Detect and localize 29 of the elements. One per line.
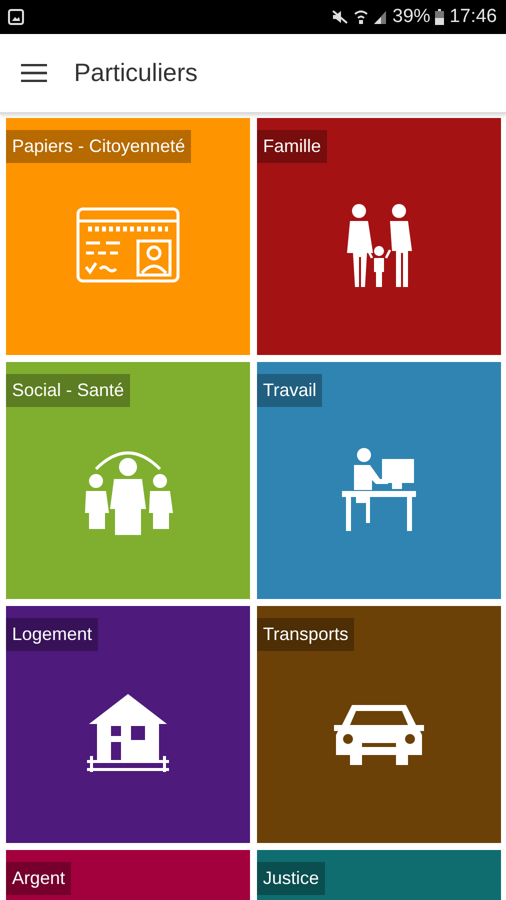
- category-tile[interactable]: Justice: [257, 850, 501, 900]
- battery-percent: 39%: [392, 6, 430, 28]
- menu-button[interactable]: [21, 64, 47, 82]
- clock-time: 17:46: [449, 6, 497, 28]
- category-tile[interactable]: Social - Santé: [6, 362, 250, 599]
- family-icon: [344, 202, 414, 286]
- tile-label: Famille: [257, 130, 328, 163]
- category-tile[interactable]: Famille: [257, 118, 501, 355]
- wifi-icon: [354, 9, 368, 25]
- category-tile[interactable]: Papiers - Citoyenneté: [6, 118, 250, 355]
- battery-icon: [435, 9, 444, 25]
- tile-label: Justice: [257, 862, 326, 895]
- tile-label: Social - Santé: [6, 374, 130, 407]
- house-icon: [87, 694, 169, 772]
- mute-icon: [331, 9, 350, 25]
- tile-label: Logement: [6, 618, 98, 651]
- tile-label: Travail: [257, 374, 322, 407]
- category-tile[interactable]: Travail: [257, 362, 501, 599]
- category-tile[interactable]: Transports: [257, 606, 501, 843]
- gallery-icon: [8, 9, 24, 25]
- tile-label: Papiers - Citoyenneté: [6, 130, 192, 163]
- category-tile[interactable]: Logement: [6, 606, 250, 843]
- tile-label: Transports: [257, 618, 354, 651]
- id-card-icon: [76, 206, 180, 282]
- desk-worker-icon: [342, 446, 416, 530]
- signal-icon: [373, 9, 388, 25]
- page-title: Particuliers: [74, 58, 198, 88]
- tile-label: Argent: [6, 862, 72, 895]
- category-tile[interactable]: Argent: [6, 850, 250, 900]
